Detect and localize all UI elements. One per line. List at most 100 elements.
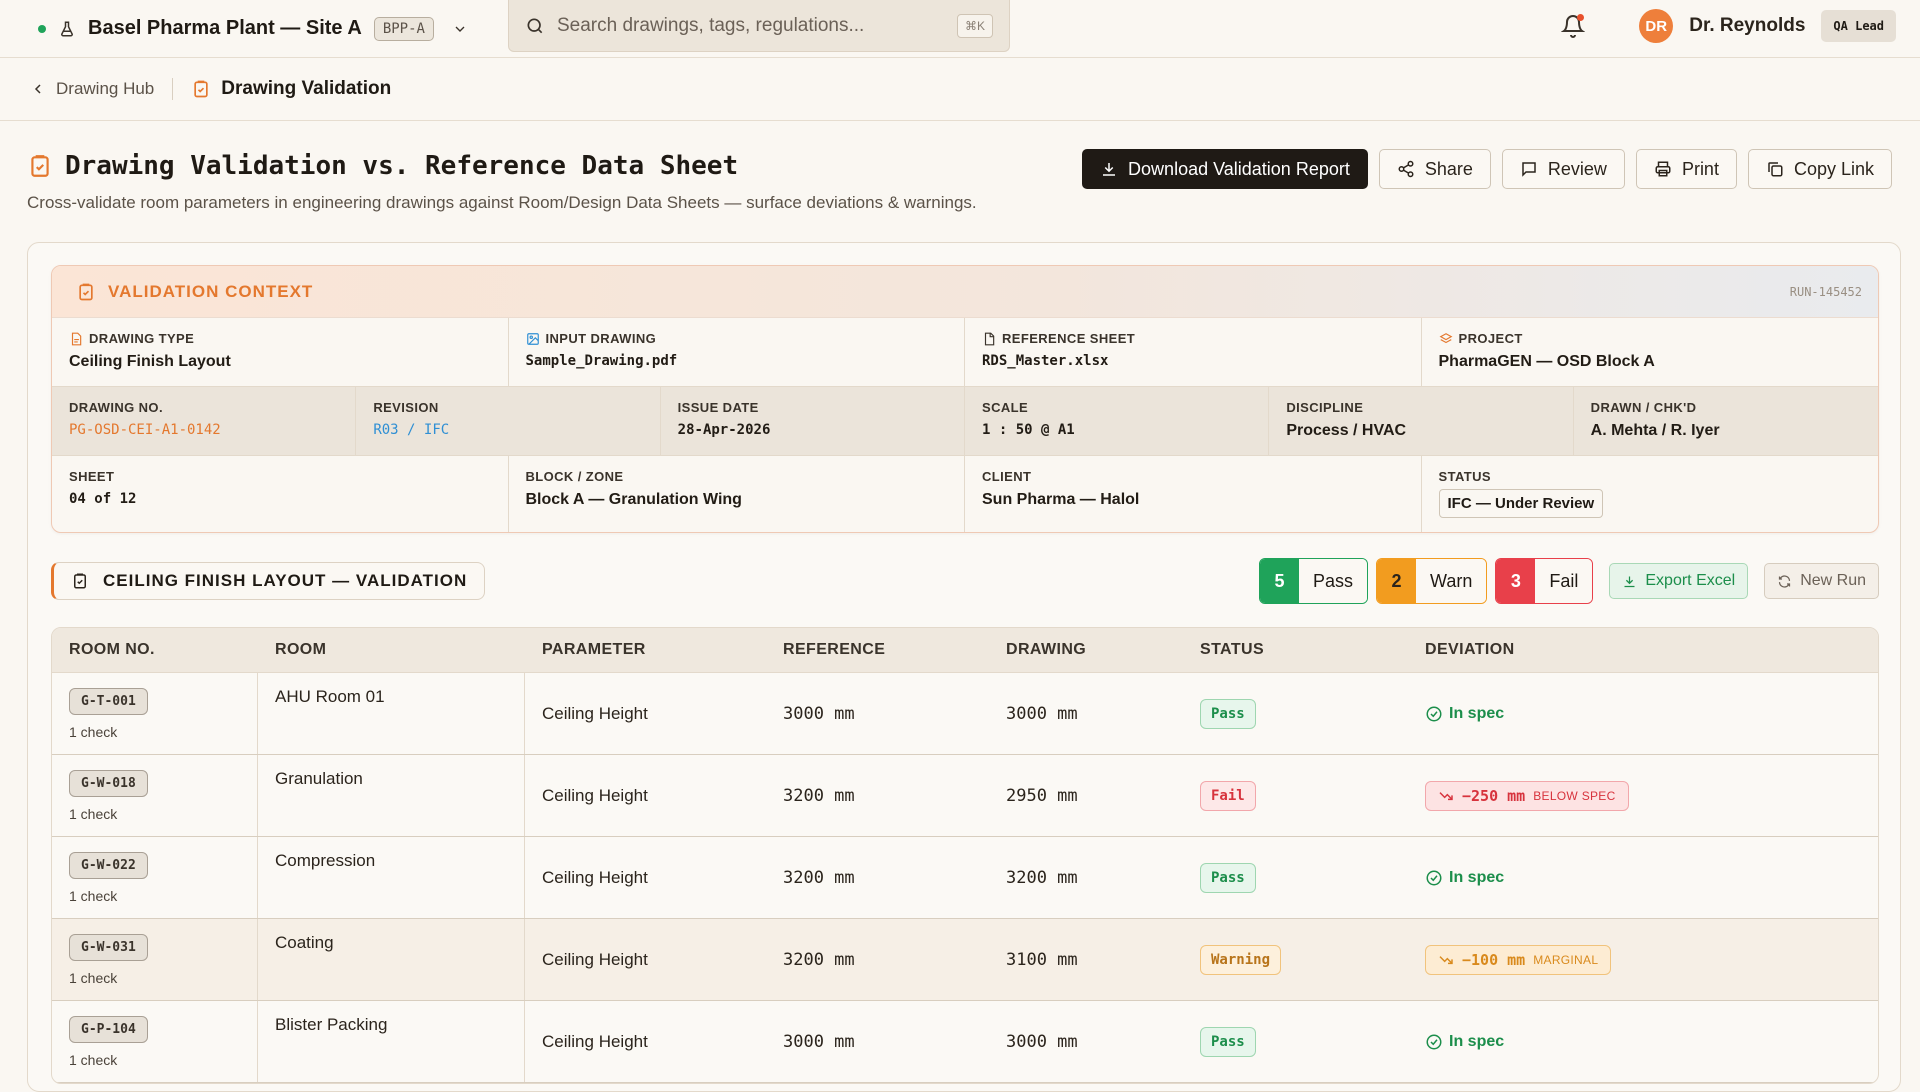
- revision-value: R03 / IFC: [373, 422, 450, 438]
- copy-icon: [1768, 162, 1783, 177]
- breadcrumb-current-label: Drawing Validation: [221, 78, 392, 99]
- drawn-checked-value: A. Mehta / R. Iyer: [1590, 422, 1720, 439]
- scale-cell: SCALE 1 : 50 @ A1: [965, 387, 1270, 455]
- breadcrumb-current: Drawing Validation: [191, 78, 391, 100]
- issue-date-cell: ISSUE DATE 28-Apr-2026: [661, 387, 965, 455]
- avatar[interactable]: DR: [1639, 9, 1674, 43]
- search-shortcut-hint: ⌘K: [956, 13, 993, 38]
- check-count: 1 check: [69, 723, 118, 740]
- page-header: Drawing Validation vs. Reference Data Sh…: [0, 121, 1920, 213]
- status-badge: Warning: [1200, 944, 1282, 975]
- table-row[interactable]: G-T-001 1 check AHU Room 01 Ceiling Heigh…: [52, 673, 1878, 755]
- status-badge: Pass: [1200, 1026, 1256, 1057]
- print-button[interactable]: Print: [1635, 149, 1737, 189]
- room-number-tag: G-W-022: [69, 851, 148, 879]
- drawn-checked-cell: DRAWN / CHK'D A. Mehta / R. Iyer: [1574, 387, 1878, 455]
- validation-panel: VALIDATION CONTEXT RUN-145452 DRAWING TY…: [27, 242, 1901, 1092]
- client-value: Sun Pharma — Halol: [982, 491, 1140, 508]
- copy-link-button[interactable]: Copy Link: [1747, 149, 1892, 189]
- issue-date-label: ISSUE DATE: [677, 400, 759, 415]
- reference-sheet-value[interactable]: RDS_Master.xlsx: [982, 353, 1404, 369]
- drawing-no-label: DRAWING NO.: [69, 400, 163, 415]
- download-report-button[interactable]: Download Validation Report: [1082, 149, 1368, 189]
- download-icon: [1624, 576, 1635, 587]
- pass-count: 5: [1259, 559, 1299, 603]
- column-header-reference[interactable]: REFERENCE: [766, 628, 989, 672]
- parameter-name: Ceiling Height: [542, 703, 648, 723]
- check-count: 1 check: [69, 1051, 118, 1068]
- document-icon: [71, 332, 82, 345]
- sheet-icon: [984, 332, 995, 345]
- chevron-down-icon[interactable]: [452, 21, 468, 37]
- fail-count: 3: [1496, 559, 1536, 603]
- project-label: PROJECT: [1458, 331, 1523, 346]
- check-count: 1 check: [69, 969, 118, 986]
- status-label: STATUS: [1438, 469, 1491, 484]
- deviation-ok: In spec: [1425, 1033, 1504, 1051]
- summary-controls: 5 Pass 2 Warn 3 Fail Export Excel New Ru…: [1258, 558, 1879, 604]
- drawing-value: 2950 mm: [1006, 785, 1078, 806]
- deviation-text: In spec: [1449, 868, 1505, 886]
- new-run-button[interactable]: New Run: [1764, 563, 1879, 599]
- pass-count-filter[interactable]: 5 Pass: [1258, 558, 1369, 604]
- validation-section-bar: CEILING FINISH LAYOUT — VALIDATION 5 Pas…: [51, 558, 1879, 604]
- parameter-name: Ceiling Height: [542, 785, 648, 805]
- context-row-primary: DRAWING TYPE Ceiling Finish Layout INPUT…: [52, 318, 1878, 387]
- drawing-no-cell: DRAWING NO. PG-OSD-CEI-A1-0142: [52, 387, 357, 455]
- deviation-text: In spec: [1449, 704, 1505, 722]
- column-header-drawing[interactable]: DRAWING: [989, 628, 1183, 672]
- image-file-icon: [526, 332, 539, 345]
- table-row[interactable]: G-W-031 1 check Coating Ceiling Height 32…: [52, 919, 1878, 1001]
- deviation-amount: −100 mm: [1462, 950, 1526, 969]
- column-header-deviation[interactable]: DEVIATION: [1408, 628, 1878, 672]
- status-cell: STATUS IFC — Under Review: [1422, 456, 1879, 532]
- sheet-label: SHEET: [69, 469, 115, 484]
- download-report-label: Download Validation Report: [1128, 158, 1350, 179]
- warn-count-filter[interactable]: 2 Warn: [1376, 558, 1488, 604]
- status-badge: IFC — Under Review: [1438, 489, 1604, 518]
- export-excel-button[interactable]: Export Excel: [1609, 563, 1749, 599]
- reference-value: 3200 mm: [783, 785, 855, 806]
- share-button[interactable]: Share: [1378, 149, 1491, 189]
- discipline-cell: DISCIPLINE Process / HVAC: [1269, 387, 1574, 455]
- search-input[interactable]: [557, 14, 945, 37]
- review-button[interactable]: Review: [1501, 149, 1625, 189]
- breadcrumb-back-link[interactable]: Drawing Hub: [30, 79, 154, 99]
- warn-count-label: Warn: [1416, 559, 1487, 603]
- page-subtitle: Cross-validate room parameters in engine…: [27, 193, 977, 212]
- table-row[interactable]: G-W-018 1 check Granulation Ceiling Heigh…: [52, 755, 1878, 837]
- deviation-amount: −250 mm: [1462, 786, 1526, 805]
- site-code-badge: BPP-A: [373, 16, 434, 41]
- fail-count-filter[interactable]: 3 Fail: [1495, 558, 1594, 604]
- drawing-value: 3100 mm: [1006, 949, 1078, 970]
- user-name[interactable]: Dr. Reynolds: [1689, 15, 1805, 37]
- breadcrumb-back-label: Drawing Hub: [56, 79, 155, 98]
- deviation-ok: In spec: [1425, 705, 1504, 723]
- chevron-left-icon: [34, 84, 41, 94]
- room-number-tag: G-P-104: [69, 1015, 148, 1043]
- input-drawing-value[interactable]: Sample_Drawing.pdf: [526, 353, 948, 369]
- column-header-room[interactable]: ROOM: [258, 628, 525, 672]
- share-label: Share: [1424, 158, 1473, 179]
- deviation-ok: In spec: [1425, 869, 1504, 887]
- column-header-parameter[interactable]: PARAMETER: [525, 628, 766, 672]
- site-switcher[interactable]: Basel Pharma Plant — Site A BPP-A: [0, 0, 508, 57]
- breadcrumb-divider: [172, 78, 174, 100]
- drawing-type-label: DRAWING TYPE: [89, 331, 195, 346]
- notifications-button[interactable]: [1560, 14, 1586, 38]
- table-row[interactable]: G-W-022 1 check Compression Ceiling Heigh…: [52, 837, 1878, 919]
- context-row-meta: SHEET 04 of 12 BLOCK / ZONE Block A — Gr…: [52, 456, 1878, 532]
- column-header-status[interactable]: STATUS: [1183, 628, 1408, 672]
- column-header-room-no[interactable]: ROOM NO.: [52, 628, 258, 672]
- export-excel-label: Export Excel: [1645, 572, 1736, 589]
- user-role-badge: QA Lead: [1821, 10, 1896, 42]
- trend-down-icon: [1439, 791, 1453, 800]
- project-cell: PROJECT PharmaGEN — OSD Block A: [1422, 318, 1879, 386]
- table-row[interactable]: G-P-104 1 check Blister Packing Ceiling H…: [52, 1001, 1878, 1083]
- reference-value: 3000 mm: [783, 703, 855, 724]
- check-circle-icon: [1426, 1034, 1442, 1049]
- check-circle-icon: [1426, 706, 1442, 721]
- refresh-icon: [1779, 574, 1791, 588]
- project-value: PharmaGEN — OSD Block A: [1438, 353, 1655, 370]
- input-drawing-cell: INPUT DRAWING Sample_Drawing.pdf: [509, 318, 965, 386]
